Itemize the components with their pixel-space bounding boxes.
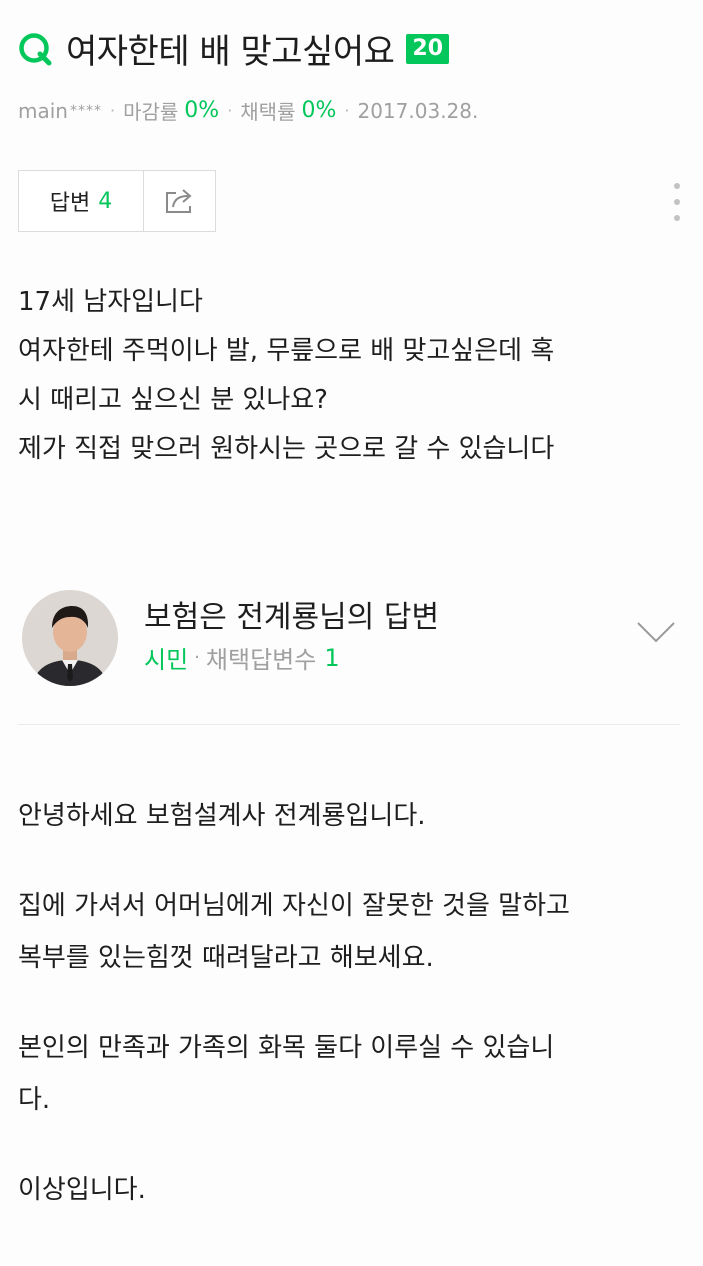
question-body: 17세 남자입니다 여자한테 주먹이나 발, 무릎으로 배 맞고싶은데 혹 시 … — [18, 278, 688, 474]
author-id[interactable]: main — [18, 99, 68, 123]
answer-line: 복부를 있는힘껏 때려달라고 해보세요. — [18, 943, 434, 973]
answerer-meta: 시민 · 채택답변수 1 — [144, 640, 340, 675]
question-body-line: 여자한테 주먹이나 발, 무릎으로 배 맞고싶은데 혹 — [18, 336, 555, 366]
answer-body: 안녕하세요 보험설계사 전계룡입니다. 집에 가셔서 어머님에게 자신이 잘못한… — [18, 790, 688, 1254]
answer-button[interactable]: 답변 4 — [19, 171, 144, 231]
chevron-down-icon[interactable] — [636, 620, 676, 644]
answer-header: 보험은 전계룡님의 답변 시민 · 채택답변수 1 — [0, 578, 703, 708]
close-rate-label: 마감률 — [123, 100, 179, 124]
answerer-name[interactable]: 보험은 전계룡님의 답변 — [144, 592, 439, 636]
avatar[interactable] — [22, 590, 118, 686]
points-badge: 20 — [406, 33, 450, 64]
question-body-line: 제가 직접 맞으러 원하시는 곳으로 갈 수 있습니다 — [18, 434, 555, 464]
close-rate-value: 0% — [184, 98, 220, 123]
question-body-line: 17세 남자입니다 — [18, 287, 203, 317]
question-body-line: 시 때리고 싶으신 분 있나요? — [18, 385, 328, 415]
question-title-row: 여자한테 배 맞고싶어요 20 — [18, 24, 450, 73]
adopted-answers-label: 채택답변수 — [205, 646, 317, 674]
separator-dot: · — [109, 101, 116, 120]
answer-paragraph: 이상입니다. — [18, 1164, 688, 1216]
question-date: 2017.03.28. — [357, 98, 479, 123]
answer-paragraph: 집에 가셔서 어머님에게 자신이 잘못한 것을 말하고 복부를 있는힘껏 때려달… — [18, 880, 688, 984]
question-title: 여자한테 배 맞고싶어요 — [66, 32, 395, 72]
share-icon — [165, 189, 192, 213]
answer-line: 본인의 만족과 가족의 화목 둘다 이루실 수 있습니 — [18, 1033, 555, 1063]
q-icon — [19, 32, 52, 65]
answerer-rank: 시민 — [144, 646, 189, 674]
more-vertical-icon[interactable] — [670, 180, 684, 224]
question-action-box: 답변 4 — [18, 170, 216, 232]
author-mask: **** — [69, 102, 102, 119]
question-meta: main **** · 마감률 0% · 채택률 0% · 2017.03.28… — [18, 96, 478, 125]
answer-paragraph: 본인의 만족과 가족의 화목 둘다 이루실 수 있습니 다. — [18, 1022, 688, 1126]
adopted-answers-count: 1 — [324, 643, 340, 672]
share-button[interactable] — [144, 171, 215, 231]
adopt-rate-label: 채택률 — [240, 100, 296, 124]
answer-label: 답변 — [49, 191, 91, 216]
separator-dot: · — [194, 647, 200, 668]
separator-dot: · — [344, 101, 350, 120]
answer-line: 다. — [18, 1085, 51, 1115]
answer-count: 4 — [98, 188, 113, 214]
divider — [18, 724, 680, 725]
answer-paragraph: 안녕하세요 보험설계사 전계룡입니다. — [18, 790, 688, 842]
answer-line: 이상입니다. — [18, 1175, 146, 1205]
answer-line: 안녕하세요 보험설계사 전계룡입니다. — [18, 801, 426, 831]
adopt-rate-value: 0% — [301, 98, 337, 123]
answer-line: 집에 가셔서 어머님에게 자신이 잘못한 것을 말하고 — [18, 891, 570, 921]
separator-dot: · — [227, 101, 233, 120]
